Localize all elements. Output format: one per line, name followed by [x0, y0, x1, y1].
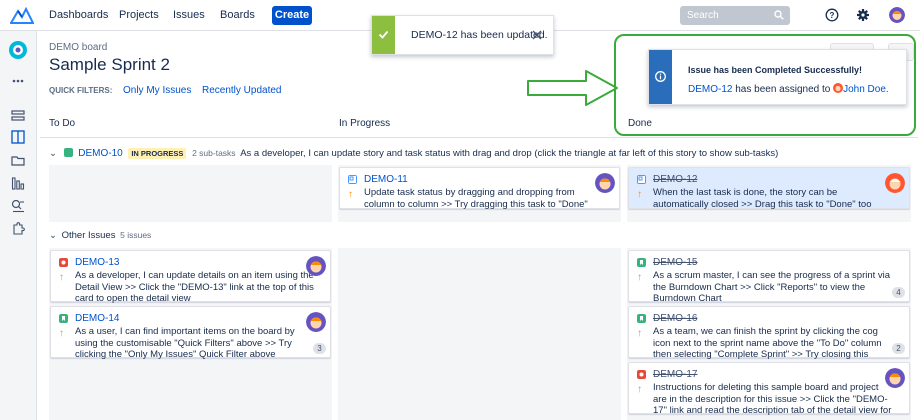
card-key[interactable]: DEMO-13: [75, 257, 119, 268]
annotation-arrow-icon: [527, 70, 618, 106]
bug-type-icon: [59, 258, 68, 267]
assignee-avatar: [306, 256, 326, 276]
priority-high-icon: ↑: [637, 189, 642, 200]
project-sidebar: [0, 31, 37, 420]
user-avatar[interactable]: [889, 7, 905, 23]
story-type-icon: [59, 314, 68, 323]
card-demo-12[interactable]: DEMO-12 ↑ When the last task is done, th…: [628, 167, 910, 210]
card-summary: As a developer, I can update details on …: [75, 270, 314, 304]
search-placeholder: Search: [687, 10, 719, 21]
annotation-highlight-box: [614, 34, 916, 136]
column-header-divider: [40, 137, 918, 138]
priority-high-icon: ↑: [637, 384, 642, 395]
card-key[interactable]: DEMO-16: [653, 313, 697, 324]
card-demo-17[interactable]: DEMO-17 ↑ Instructions for deleting this…: [628, 362, 910, 416]
story-summary: As a developer, I can update story and t…: [240, 148, 779, 159]
assignee-avatar: [306, 312, 326, 332]
quick-filter-only-my-issues[interactable]: Only My Issues: [123, 85, 191, 96]
backlog-icon[interactable]: [11, 109, 25, 123]
todo-lane-story: [49, 165, 332, 222]
card-key[interactable]: DEMO-14: [75, 313, 119, 324]
card-demo-13[interactable]: DEMO-13 ↑ As a developer, I can update d…: [50, 250, 331, 304]
priority-high-icon: ↑: [59, 272, 64, 283]
issues-search-icon[interactable]: [11, 199, 25, 213]
story-swimlane-header[interactable]: ⌄ DEMO-10 IN PROGRESS 2 sub-tasks As a d…: [49, 148, 778, 159]
story-type-icon: [637, 314, 646, 323]
app-logo-icon[interactable]: [10, 6, 34, 24]
card-demo-11[interactable]: DEMO-11 ↑ Update task status by dragging…: [339, 167, 620, 210]
priority-high-icon: ↑: [348, 189, 353, 200]
story-subtask-count: 2 sub-tasks: [192, 148, 236, 158]
toast-update-message: DEMO-12 has been updated.: [411, 29, 548, 41]
gear-icon[interactable]: [856, 8, 870, 22]
quick-filters-label: QUICK FILTERS:: [49, 86, 113, 95]
card-key[interactable]: DEMO-17: [653, 369, 697, 380]
priority-high-icon: ↑: [637, 272, 642, 283]
board-name[interactable]: DEMO board: [49, 42, 107, 53]
toast-success-stripe: [372, 16, 395, 54]
checkmark-icon: [378, 30, 389, 39]
story-type-icon: [637, 258, 646, 267]
help-icon[interactable]: ?: [825, 8, 839, 22]
other-issues-label: Other Issues: [61, 230, 116, 241]
releases-icon[interactable]: [11, 153, 25, 167]
collapse-chevron-icon[interactable]: ⌄: [49, 230, 57, 241]
assignee-avatar: [885, 173, 905, 193]
card-demo-14[interactable]: DEMO-14 ↑ As a user, I can find importan…: [50, 306, 331, 360]
card-summary: Instructions for deleting this sample bo…: [653, 382, 892, 416]
nav-dashboards[interactable]: Dashboards: [49, 9, 108, 21]
card-demo-16[interactable]: DEMO-16 ↑ As a team, we can finish the s…: [628, 306, 910, 360]
nav-projects[interactable]: Projects: [119, 9, 159, 21]
story-status-badge: IN PROGRESS: [128, 148, 187, 159]
subtask-type-icon: [637, 175, 646, 184]
other-issues-count: 5 issues: [120, 230, 152, 240]
sprint-title: Sample Sprint 2: [49, 55, 170, 74]
subtask-count-badge: 4: [892, 287, 905, 298]
assignee-avatar: [885, 368, 905, 388]
bug-type-icon: [637, 370, 646, 379]
quick-filter-recently-updated[interactable]: Recently Updated: [202, 85, 282, 96]
story-key[interactable]: DEMO-10: [78, 148, 122, 159]
reports-icon[interactable]: [11, 176, 25, 190]
nav-boards[interactable]: Boards: [220, 9, 255, 21]
card-key[interactable]: DEMO-15: [653, 257, 697, 268]
add-ons-icon[interactable]: [11, 222, 25, 236]
create-button[interactable]: Create: [272, 6, 312, 25]
column-header-in-progress: In Progress: [339, 118, 391, 129]
subtask-count-badge: 3: [313, 343, 326, 354]
svg-text:?: ?: [830, 11, 835, 20]
card-demo-15[interactable]: DEMO-15 ↑ As a scrum master, I can see t…: [628, 250, 910, 304]
board-icon[interactable]: [11, 130, 25, 144]
column-header-todo: To Do: [49, 118, 76, 129]
other-issues-swimlane-header[interactable]: ⌄ Other Issues 5 issues: [49, 230, 151, 241]
assignee-avatar: [595, 173, 615, 193]
subtask-type-icon: [348, 175, 357, 184]
in-progress-lane-other: [338, 248, 621, 420]
story-type-icon: [63, 148, 73, 157]
collapse-chevron-icon[interactable]: ⌄: [49, 148, 57, 159]
project-avatar[interactable]: [8, 40, 28, 60]
nav-issues[interactable]: Issues: [173, 9, 205, 21]
close-icon[interactable]: [532, 30, 542, 40]
card-key[interactable]: DEMO-11: [364, 174, 408, 185]
card-summary: As a user, I can find important items on…: [75, 326, 295, 360]
card-key[interactable]: DEMO-12: [653, 174, 697, 185]
card-summary: Update task status by dragging and dropp…: [364, 187, 588, 210]
priority-high-icon: ↑: [637, 328, 642, 339]
card-summary: As a scrum master, I can see the progres…: [653, 270, 891, 304]
card-summary: As a team, we can finish the sprint by c…: [653, 326, 882, 360]
card-summary: When the last task is done, the story ca…: [653, 187, 872, 210]
priority-high-icon: ↑: [59, 328, 64, 339]
search-icon: [774, 10, 784, 20]
update-toast: DEMO-12 has been updated.: [371, 15, 554, 55]
search-input[interactable]: Search: [680, 6, 790, 25]
subtask-count-badge: 2: [892, 343, 905, 354]
more-icon[interactable]: [11, 74, 25, 88]
